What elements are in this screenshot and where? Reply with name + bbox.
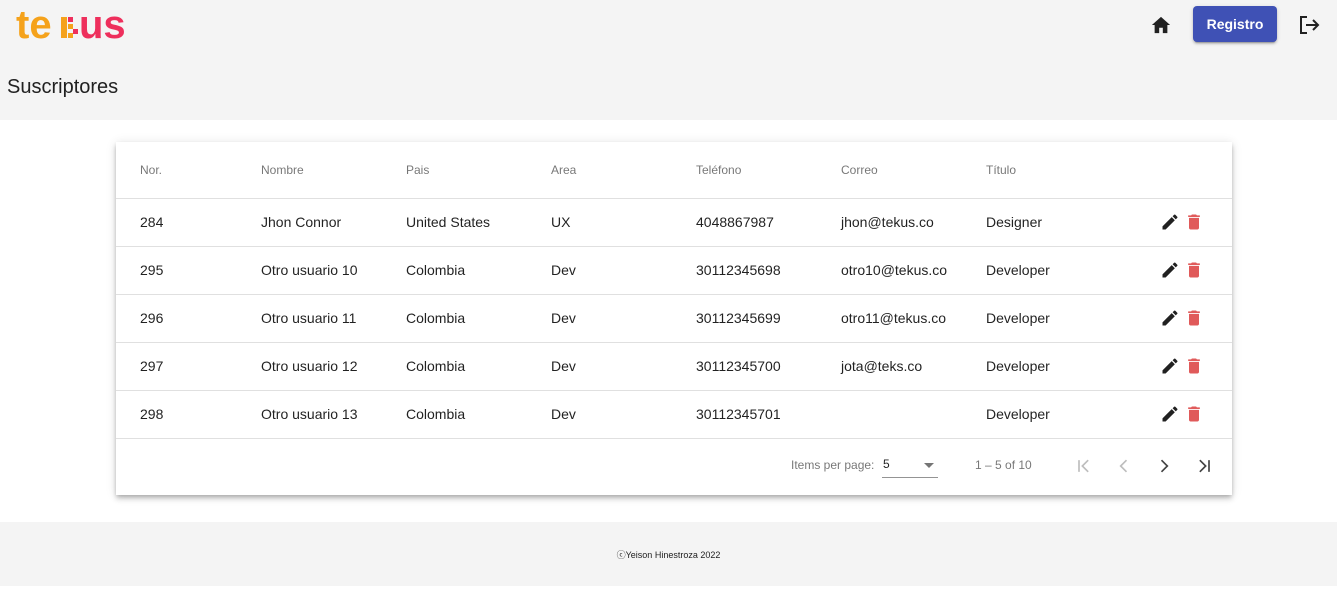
cell-email: jota@teks.co <box>841 342 986 391</box>
cell-country: Colombia <box>406 246 551 295</box>
subscribers-table-card: Nor. Nombre Pais Area Teléfono Correo Tí… <box>116 142 1232 495</box>
cell-title: Developer <box>986 342 1131 391</box>
table-row: 298 Otro usuario 13 Colombia Dev 3011234… <box>116 390 1232 439</box>
delete-icon[interactable] <box>1184 211 1204 233</box>
svg-text:us: us <box>79 5 126 45</box>
logout-button[interactable] <box>1296 12 1322 38</box>
cell-number: 297 <box>116 342 261 391</box>
cell-name: Otro usuario 13 <box>261 390 406 439</box>
cell-number: 295 <box>116 246 261 295</box>
app-header: te us Registro Suscriptores <box>0 0 1337 120</box>
cell-country: United States <box>406 198 551 247</box>
first-page-icon <box>1078 459 1089 473</box>
register-button[interactable]: Registro <box>1193 6 1277 42</box>
items-per-page-label: Items per page: <box>791 458 875 472</box>
dropdown-arrow-icon <box>924 463 934 468</box>
items-per-page-select[interactable]: 5 <box>882 452 938 478</box>
cell-country: Colombia <box>406 390 551 439</box>
delete-icon[interactable] <box>1184 307 1204 329</box>
last-page-icon <box>1199 459 1210 473</box>
cell-name: Otro usuario 10 <box>261 246 406 295</box>
cell-title: Developer <box>986 294 1131 343</box>
cell-country: Colombia <box>406 342 551 391</box>
cell-area: Dev <box>551 342 696 391</box>
home-button[interactable] <box>1149 13 1173 37</box>
cell-title: Developer <box>986 246 1131 295</box>
items-per-page-value: 5 <box>883 457 890 471</box>
table-row: 284 Jhon Connor United States UX 4048867… <box>116 198 1232 247</box>
cell-phone: 30112345701 <box>696 390 841 439</box>
cell-name: Otro usuario 11 <box>261 294 406 343</box>
subscribers-table: Nor. Nombre Pais Area Teléfono Correo Tí… <box>116 142 1232 439</box>
footer-copyright: ⓒYeison Hinestroza 2022 <box>616 549 721 560</box>
edit-icon[interactable] <box>1160 259 1180 281</box>
row-actions <box>1131 198 1232 247</box>
previous-page-button[interactable] <box>1109 451 1139 481</box>
first-page-button[interactable] <box>1069 451 1099 481</box>
row-actions <box>1131 246 1232 295</box>
header-area: Area <box>551 142 696 199</box>
tekus-logo[interactable]: te us <box>16 4 134 46</box>
cell-phone: 30112345699 <box>696 294 841 343</box>
header-number: Nor. <box>116 142 261 199</box>
table-row: 296 Otro usuario 11 Colombia Dev 3011234… <box>116 294 1232 343</box>
header-email: Correo <box>841 142 986 199</box>
next-page-button[interactable] <box>1149 451 1179 481</box>
cell-title: Designer <box>986 198 1131 247</box>
edit-icon[interactable] <box>1160 211 1180 233</box>
edit-icon[interactable] <box>1160 403 1180 425</box>
cell-country: Colombia <box>406 294 551 343</box>
header-name: Nombre <box>261 142 406 199</box>
header-country: Pais <box>406 142 551 199</box>
delete-icon[interactable] <box>1184 403 1204 425</box>
cell-area: UX <box>551 198 696 247</box>
cell-email: otro11@tekus.co <box>841 294 986 343</box>
cell-number: 284 <box>116 198 261 247</box>
row-actions <box>1131 390 1232 439</box>
cell-name: Jhon Connor <box>261 198 406 247</box>
cell-number: 296 <box>116 294 261 343</box>
tekus-logo-mark: te us <box>16 5 126 45</box>
delete-icon[interactable] <box>1184 355 1204 377</box>
page-title: Suscriptores <box>7 76 119 98</box>
edit-icon[interactable] <box>1160 307 1180 329</box>
edit-icon[interactable] <box>1160 355 1180 377</box>
last-page-button[interactable] <box>1189 451 1219 481</box>
svg-text:te: te <box>16 5 52 45</box>
delete-icon[interactable] <box>1184 259 1204 281</box>
header-actions <box>1131 142 1232 199</box>
cell-number: 298 <box>116 390 261 439</box>
table-header-row: Nor. Nombre Pais Area Teléfono Correo Tí… <box>116 142 1232 199</box>
table-row: 297 Otro usuario 12 Colombia Dev 3011234… <box>116 342 1232 391</box>
cell-area: Dev <box>551 294 696 343</box>
paginator: Items per page: 5 1 – 5 of 10 <box>116 439 1232 495</box>
cell-area: Dev <box>551 390 696 439</box>
cell-phone: 4048867987 <box>696 198 841 247</box>
app-footer: ⓒYeison Hinestroza 2022 <box>0 522 1337 586</box>
cell-title: Developer <box>986 390 1131 439</box>
cell-email: otro10@tekus.co <box>841 246 986 295</box>
chevron-right-icon <box>1160 459 1169 473</box>
chevron-left-icon <box>1119 459 1128 473</box>
home-icon <box>1151 16 1171 34</box>
cell-area: Dev <box>551 246 696 295</box>
cell-phone: 30112345700 <box>696 342 841 391</box>
header-title: Título <box>986 142 1131 199</box>
cell-phone: 30112345698 <box>696 246 841 295</box>
cell-email: jhon@tekus.co <box>841 198 986 247</box>
cell-email <box>841 390 986 439</box>
row-actions <box>1131 294 1232 343</box>
logout-icon <box>1300 16 1320 34</box>
table-row: 295 Otro usuario 10 Colombia Dev 3011234… <box>116 246 1232 295</box>
cell-name: Otro usuario 12 <box>261 342 406 391</box>
header-phone: Teléfono <box>696 142 841 199</box>
row-actions <box>1131 342 1232 391</box>
page-range-label: 1 – 5 of 10 <box>975 458 1032 472</box>
